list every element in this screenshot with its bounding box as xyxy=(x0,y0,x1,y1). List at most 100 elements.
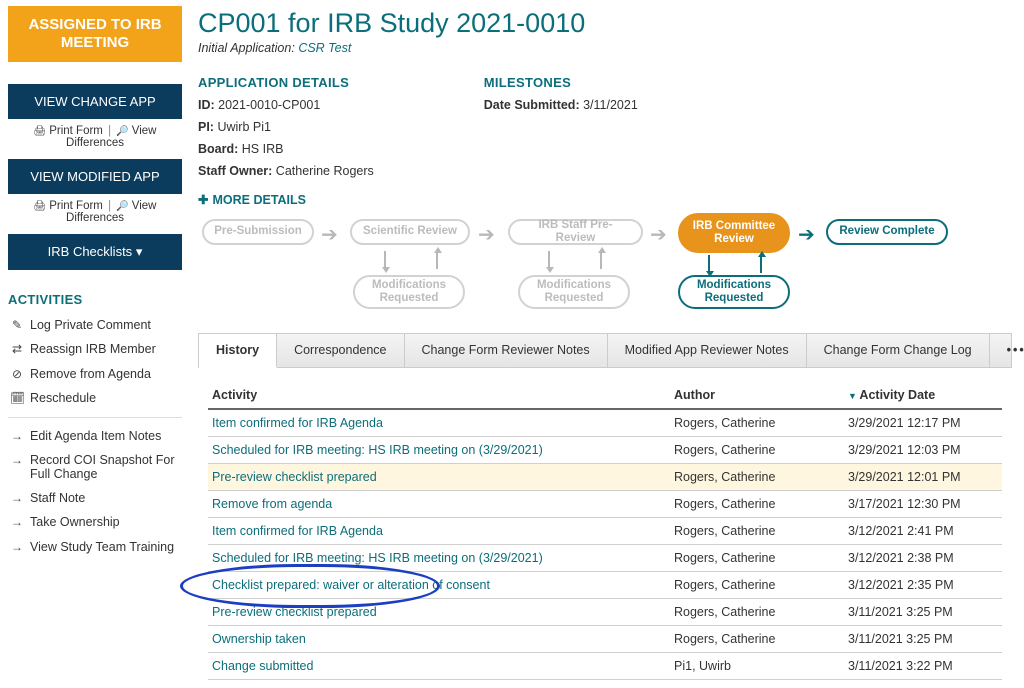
arrow-icon: → xyxy=(10,540,24,554)
arrow-up-icon xyxy=(600,251,602,269)
activity-cell[interactable]: Ownership taken xyxy=(212,632,670,646)
table-row: Scheduled for IRB meeting: HS IRB meetin… xyxy=(208,545,1002,572)
tab-correspondence[interactable]: Correspondence xyxy=(277,334,404,367)
table-row: Item confirmed for IRB Agenda Rogers, Cat… xyxy=(208,410,1002,437)
page-title: CP001 for IRB Study 2021-0010 xyxy=(198,8,1012,39)
calendar-icon: 🗓 xyxy=(10,391,24,405)
date-submitted-value: 3/11/2021 xyxy=(583,98,638,112)
wf-mods-2: Modifications Requested xyxy=(518,275,630,309)
table-row: Checklist prepared: waiver or alteration… xyxy=(208,572,1002,599)
author-cell: Rogers, Catherine xyxy=(674,443,844,457)
wf-mods-3: Modifications Requested xyxy=(678,275,790,309)
date-cell: 3/11/2021 3:22 PM xyxy=(848,659,998,673)
activity-label: View Study Team Training xyxy=(30,540,174,554)
author-cell: Rogers, Catherine xyxy=(674,416,844,430)
activity-staff-note[interactable]: → Staff Note xyxy=(8,486,182,510)
table-row: Change submittedPi1, Uwirb3/11/2021 3:22… xyxy=(208,653,1002,680)
tab-modified-app-reviewer-notes[interactable]: Modified App Reviewer Notes xyxy=(608,334,807,367)
activities-primary-list: ✎Log Private Comment ⇄ Reassign IRB Membe… xyxy=(8,313,182,411)
col-activity[interactable]: Activity xyxy=(212,388,670,402)
irb-checklists-label: IRB Checklists xyxy=(48,244,133,259)
subtitle-prefix: Initial Application: xyxy=(198,41,295,55)
table-row: Scheduled for IRB meeting: HS IRB meetin… xyxy=(208,437,1002,464)
table-row: Item confirmed for IRB AgendaRogers, Cat… xyxy=(208,518,1002,545)
author-cell: Rogers, Catherine xyxy=(674,497,844,511)
id-value: 2021-0010-CP001 xyxy=(218,98,320,112)
tab-history[interactable]: History xyxy=(199,334,277,368)
author-cell: Rogers, Catherine xyxy=(674,551,844,565)
table-row: Ownership takenRogers, Catherine3/11/202… xyxy=(208,626,1002,653)
print-form-link-1[interactable]: Print Form xyxy=(34,125,103,137)
arrow-down-icon xyxy=(548,251,550,269)
board-value: HS IRB xyxy=(242,142,284,156)
activity-cell[interactable]: Pre-review checklist prepared xyxy=(212,605,670,619)
date-cell: 3/29/2021 12:01 PM xyxy=(848,470,998,484)
tab-more[interactable]: ••• xyxy=(990,334,1024,367)
activity-label: Take Ownership xyxy=(30,515,120,529)
milestones-heading: MILESTONES xyxy=(484,75,638,90)
arrow-up-icon xyxy=(760,255,762,273)
activity-log-private-comment[interactable]: ✎Log Private Comment xyxy=(8,313,182,337)
pi-value: Uwirb Pi1 xyxy=(217,120,271,134)
activities-secondary-list: →Edit Agenda Item Notes →Record COI Snap… xyxy=(8,424,182,560)
col-activity-date[interactable]: Activity Date xyxy=(848,388,998,402)
wf-scientific-review: Scientific Review xyxy=(350,219,470,245)
activity-view-training[interactable]: → View Study Team Training xyxy=(8,535,182,559)
table-row: Pre-review checklist prepared Rogers, Cat… xyxy=(208,599,1002,626)
more-details-toggle[interactable]: ✚ MORE DETAILS xyxy=(198,192,306,207)
date-cell: 3/12/2021 2:35 PM xyxy=(848,578,998,592)
arrow-down-icon xyxy=(384,251,386,269)
wf-mods-1: Modifications Requested xyxy=(353,275,465,309)
activity-take-ownership[interactable]: →Take Ownership xyxy=(8,510,182,534)
swap-icon: ⇄ xyxy=(10,342,24,356)
author-cell: Rogers, Catherine xyxy=(674,605,844,619)
activity-remove-from-agenda[interactable]: ⊘Remove from Agenda xyxy=(8,362,182,386)
arrow-icon: ➔ xyxy=(650,222,667,247)
activity-cell[interactable]: Pre-review checklist prepared xyxy=(212,470,670,484)
activity-cell[interactable]: Change submitted xyxy=(212,659,670,673)
activity-cell[interactable]: Item confirmed for IRB Agenda xyxy=(212,524,670,538)
tab-change-form-change-log[interactable]: Change Form Change Log xyxy=(807,334,990,367)
irb-checklists-button[interactable]: IRB Checklists ▾ xyxy=(8,234,182,270)
arrow-icon: ➔ xyxy=(478,222,495,247)
arrow-icon: ➔ xyxy=(798,222,815,247)
remove-icon: ⊘ xyxy=(10,367,24,381)
col-author[interactable]: Author xyxy=(674,388,844,402)
wf-review-complete: Review Complete xyxy=(826,219,948,245)
pi-label: PI: xyxy=(198,120,214,134)
table-row: Pre-review checklist preparedRogers, Cat… xyxy=(208,464,1002,491)
date-submitted-label: Date Submitted: xyxy=(484,98,580,112)
author-cell: Rogers, Catherine xyxy=(674,578,844,592)
activity-label: Log Private Comment xyxy=(30,318,151,332)
print-form-link-2[interactable]: Print Form xyxy=(34,200,103,212)
status-badge: ASSIGNED TO IRB MEETING xyxy=(8,6,182,62)
date-cell: 3/17/2021 12:30 PM xyxy=(848,497,998,511)
activity-label: Reassign IRB Member xyxy=(30,342,156,356)
activity-cell[interactable]: Scheduled for IRB meeting: HS IRB meetin… xyxy=(212,443,670,457)
activities-heading: ACTIVITIES xyxy=(8,292,182,307)
app-details-heading: APPLICATION DETAILS xyxy=(198,75,374,90)
activity-record-coi-snapshot[interactable]: →Record COI Snapshot For Full Change xyxy=(8,448,182,486)
activity-edit-agenda-notes[interactable]: →Edit Agenda Item Notes xyxy=(8,424,182,448)
activity-label: Reschedule xyxy=(30,391,96,405)
view-change-app-button[interactable]: VIEW CHANGE APP xyxy=(8,84,182,119)
activity-reschedule[interactable]: 🗓 Reschedule xyxy=(8,386,182,410)
date-cell: 3/11/2021 3:25 PM xyxy=(848,605,998,619)
arrow-icon: → xyxy=(10,429,24,443)
arrow-up-icon xyxy=(436,251,438,269)
activity-reassign-irb-member[interactable]: ⇄ Reassign IRB Member xyxy=(8,337,182,361)
view-modified-app-button[interactable]: VIEW MODIFIED APP xyxy=(8,159,182,194)
activity-cell[interactable]: Item confirmed for IRB Agenda xyxy=(212,416,670,430)
plus-icon: ✚ xyxy=(198,192,208,207)
activity-label: Staff Note xyxy=(30,491,85,505)
activity-cell[interactable]: Checklist prepared: waiver or alteration… xyxy=(212,578,670,592)
date-cell: 3/11/2021 3:25 PM xyxy=(848,632,998,646)
tab-change-form-reviewer-notes[interactable]: Change Form Reviewer Notes xyxy=(405,334,608,367)
more-details-label: MORE DETAILS xyxy=(212,193,306,207)
subtitle-link[interactable]: CSR Test xyxy=(298,41,351,55)
date-cell: 3/12/2021 2:41 PM xyxy=(848,524,998,538)
arrow-icon: → xyxy=(10,491,24,505)
staff-value: Catherine Rogers xyxy=(276,164,374,178)
activity-cell[interactable]: Remove from agenda xyxy=(212,497,670,511)
activity-cell[interactable]: Scheduled for IRB meeting: HS IRB meetin… xyxy=(212,551,670,565)
